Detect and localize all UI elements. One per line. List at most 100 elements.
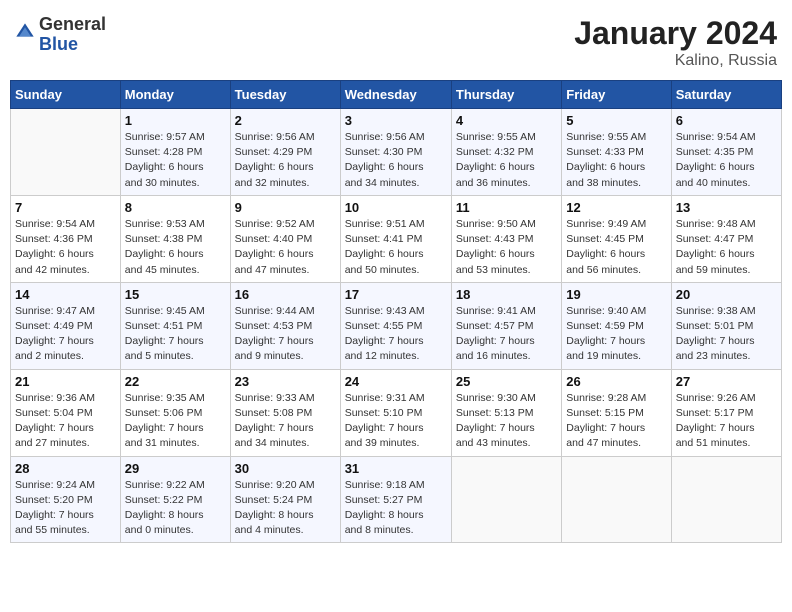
day-number: 12: [566, 200, 666, 215]
calendar-week-5: 28 Sunrise: 9:24 AM Sunset: 5:20 PM Dayli…: [11, 456, 782, 543]
page-header: General Blue January 2024 Kalino, Russia: [10, 10, 782, 70]
calendar-cell: 15Sunrise: 9:45 AM Sunset: 4:51 PM Dayli…: [120, 282, 230, 369]
calendar-cell: 7 Sunrise: 9:54 AM Sunset: 4:36 PM Daylig…: [11, 195, 121, 282]
day-info: Sunrise: 9:55 AM Sunset: 4:32 PM Dayligh…: [456, 130, 557, 191]
calendar-cell: 9 Sunrise: 9:52 AM Sunset: 4:40 PM Daylig…: [230, 195, 340, 282]
day-number: 26: [566, 374, 666, 389]
weekday-header-saturday: Saturday: [671, 81, 781, 109]
day-info: Sunrise: 9:22 AM Sunset: 5:22 PM Dayligh…: [125, 478, 226, 539]
day-info: Sunrise: 9:26 AM Sunset: 5:17 PM Dayligh…: [676, 391, 777, 452]
calendar-week-4: 21 Sunrise: 9:36 AM Sunset: 5:04 PM Dayli…: [11, 369, 782, 456]
day-number: 16: [235, 287, 336, 302]
calendar-cell: 18 Sunrise: 9:41 AM Sunset: 4:57 PM Dayli…: [451, 282, 561, 369]
day-number: 9: [235, 200, 336, 215]
logo-general: General: [39, 15, 106, 35]
day-number: 28: [15, 461, 116, 476]
calendar-cell: 17 Sunrise: 9:43 AM Sunset: 4:55 PM Dayli…: [340, 282, 451, 369]
weekday-header-wednesday: Wednesday: [340, 81, 451, 109]
day-info: Sunrise: 9:48 AM Sunset: 4:47 PM Dayligh…: [676, 217, 777, 278]
day-number: 7: [15, 200, 116, 215]
day-number: 10: [345, 200, 447, 215]
day-number: 29: [125, 461, 226, 476]
calendar-cell: 29 Sunrise: 9:22 AM Sunset: 5:22 PM Dayli…: [120, 456, 230, 543]
day-number: 1: [125, 113, 226, 128]
weekday-header-thursday: Thursday: [451, 81, 561, 109]
day-number: 20: [676, 287, 777, 302]
day-info: Sunrise: 9:50 AM Sunset: 4:43 PM Dayligh…: [456, 217, 557, 278]
day-info: Sunrise: 9:54 AM Sunset: 4:36 PM Dayligh…: [15, 217, 116, 278]
day-info: Sunrise: 9:55 AM Sunset: 4:33 PM Dayligh…: [566, 130, 666, 191]
calendar-cell: 26 Sunrise: 9:28 AM Sunset: 5:15 PM Dayli…: [562, 369, 671, 456]
day-info: Sunrise: 9:38 AM Sunset: 5:01 PM Dayligh…: [676, 304, 777, 365]
day-number: 11: [456, 200, 557, 215]
day-number: 30: [235, 461, 336, 476]
day-number: 6: [676, 113, 777, 128]
day-info: Sunrise: 9:43 AM Sunset: 4:55 PM Dayligh…: [345, 304, 447, 365]
day-number: 13: [676, 200, 777, 215]
day-info: Sunrise: 9:35 AM Sunset: 5:06 PM Dayligh…: [125, 391, 226, 452]
day-number: 17: [345, 287, 447, 302]
day-number: 27: [676, 374, 777, 389]
logo: General Blue: [15, 15, 106, 55]
calendar-week-3: 14 Sunrise: 9:47 AM Sunset: 4:49 PM Dayli…: [11, 282, 782, 369]
day-info: Sunrise: 9:20 AM Sunset: 5:24 PM Dayligh…: [235, 478, 336, 539]
calendar-cell: 24 Sunrise: 9:31 AM Sunset: 5:10 PM Dayli…: [340, 369, 451, 456]
calendar-cell: 16 Sunrise: 9:44 AM Sunset: 4:53 PM Dayli…: [230, 282, 340, 369]
day-info: Sunrise: 9:36 AM Sunset: 5:04 PM Dayligh…: [15, 391, 116, 452]
calendar-cell: 14 Sunrise: 9:47 AM Sunset: 4:49 PM Dayli…: [11, 282, 121, 369]
day-number: 23: [235, 374, 336, 389]
calendar-cell: 22 Sunrise: 9:35 AM Sunset: 5:06 PM Dayli…: [120, 369, 230, 456]
day-number: 3: [345, 113, 447, 128]
day-info: Sunrise: 9:18 AM Sunset: 5:27 PM Dayligh…: [345, 478, 447, 539]
calendar-cell: 12 Sunrise: 9:49 AM Sunset: 4:45 PM Dayli…: [562, 195, 671, 282]
calendar-cell: [562, 456, 671, 543]
calendar-cell: 13 Sunrise: 9:48 AM Sunset: 4:47 PM Dayli…: [671, 195, 781, 282]
calendar-cell: 20 Sunrise: 9:38 AM Sunset: 5:01 PM Dayli…: [671, 282, 781, 369]
day-number: 24: [345, 374, 447, 389]
day-number: 14: [15, 287, 116, 302]
title-block: January 2024 Kalino, Russia: [574, 15, 777, 70]
weekday-header-monday: Monday: [120, 81, 230, 109]
day-info: Sunrise: 9:30 AM Sunset: 5:13 PM Dayligh…: [456, 391, 557, 452]
calendar-cell: 5Sunrise: 9:55 AM Sunset: 4:33 PM Daylig…: [562, 109, 671, 196]
day-info: Sunrise: 9:24 AM Sunset: 5:20 PM Dayligh…: [15, 478, 116, 539]
calendar-table: SundayMondayTuesdayWednesdayThursdayFrid…: [10, 80, 782, 543]
day-info: Sunrise: 9:31 AM Sunset: 5:10 PM Dayligh…: [345, 391, 447, 452]
day-number: 18: [456, 287, 557, 302]
calendar-cell: 30 Sunrise: 9:20 AM Sunset: 5:24 PM Dayli…: [230, 456, 340, 543]
calendar-cell: [671, 456, 781, 543]
calendar-cell: 2Sunrise: 9:56 AM Sunset: 4:29 PM Daylig…: [230, 109, 340, 196]
calendar-cell: 3 Sunrise: 9:56 AM Sunset: 4:30 PM Daylig…: [340, 109, 451, 196]
day-info: Sunrise: 9:28 AM Sunset: 5:15 PM Dayligh…: [566, 391, 666, 452]
calendar-cell: 11 Sunrise: 9:50 AM Sunset: 4:43 PM Dayli…: [451, 195, 561, 282]
calendar-week-2: 7 Sunrise: 9:54 AM Sunset: 4:36 PM Daylig…: [11, 195, 782, 282]
day-number: 19: [566, 287, 666, 302]
day-info: Sunrise: 9:56 AM Sunset: 4:30 PM Dayligh…: [345, 130, 447, 191]
calendar-cell: [11, 109, 121, 196]
day-number: 25: [456, 374, 557, 389]
calendar-cell: 21 Sunrise: 9:36 AM Sunset: 5:04 PM Dayli…: [11, 369, 121, 456]
day-number: 21: [15, 374, 116, 389]
logo-blue: Blue: [39, 35, 106, 55]
day-number: 4: [456, 113, 557, 128]
calendar-cell: [451, 456, 561, 543]
day-info: Sunrise: 9:54 AM Sunset: 4:35 PM Dayligh…: [676, 130, 777, 191]
location-title: Kalino, Russia: [574, 52, 777, 70]
day-info: Sunrise: 9:44 AM Sunset: 4:53 PM Dayligh…: [235, 304, 336, 365]
day-info: Sunrise: 9:52 AM Sunset: 4:40 PM Dayligh…: [235, 217, 336, 278]
weekday-header-friday: Friday: [562, 81, 671, 109]
day-info: Sunrise: 9:57 AM Sunset: 4:28 PM Dayligh…: [125, 130, 226, 191]
day-info: Sunrise: 9:41 AM Sunset: 4:57 PM Dayligh…: [456, 304, 557, 365]
calendar-cell: 27 Sunrise: 9:26 AM Sunset: 5:17 PM Dayli…: [671, 369, 781, 456]
day-info: Sunrise: 9:33 AM Sunset: 5:08 PM Dayligh…: [235, 391, 336, 452]
day-info: Sunrise: 9:49 AM Sunset: 4:45 PM Dayligh…: [566, 217, 666, 278]
day-info: Sunrise: 9:40 AM Sunset: 4:59 PM Dayligh…: [566, 304, 666, 365]
calendar-cell: 31Sunrise: 9:18 AM Sunset: 5:27 PM Dayli…: [340, 456, 451, 543]
calendar-week-1: 1 Sunrise: 9:57 AM Sunset: 4:28 PM Daylig…: [11, 109, 782, 196]
day-number: 15: [125, 287, 226, 302]
day-info: Sunrise: 9:47 AM Sunset: 4:49 PM Dayligh…: [15, 304, 116, 365]
day-number: 8: [125, 200, 226, 215]
calendar-cell: 8Sunrise: 9:53 AM Sunset: 4:38 PM Daylig…: [120, 195, 230, 282]
day-number: 2: [235, 113, 336, 128]
day-number: 22: [125, 374, 226, 389]
